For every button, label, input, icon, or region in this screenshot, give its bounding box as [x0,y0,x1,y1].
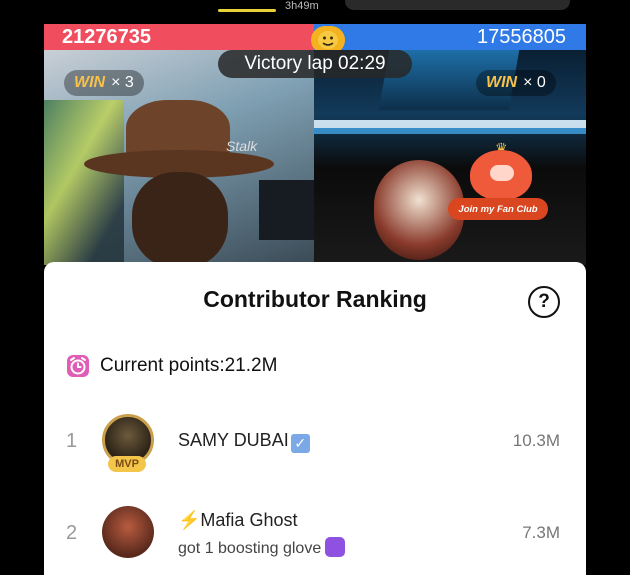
help-icon[interactable]: ? [528,286,560,318]
rank-number: 2 [66,522,78,544]
background-sign [259,180,314,240]
live-battle-screen: 3h49m 21276735 17556805 Stalk ♛ Join my … [0,0,630,575]
contribution-value: 10.3M [512,431,560,450]
host-face [132,172,228,265]
verified-check-icon: ✓ [290,434,310,453]
sheet-title: Contributor Ranking [203,286,427,312]
left-win-count: × 3 [111,74,134,91]
victory-lap-timer: Victory lap 02:29 [218,50,412,78]
alarm-clock-icon [67,355,89,377]
right-team-score: 17556805 [477,26,566,48]
boosting-glove-icon [325,537,346,557]
right-team-score-bar: 17556805 [314,24,586,50]
top-status-strip: 3h49m [0,0,630,24]
background-sign-text: Stalk [226,138,258,154]
fan-club-heart-face [490,165,514,181]
graffiti-wall [44,100,124,265]
mvp-badge: MVP [108,456,146,472]
contributor-name: ⚡Mafia Ghost [178,510,297,531]
lightning-icon: ⚡ [178,510,201,530]
contributor-name-text: SAMY DUBAI [178,430,289,450]
contributor-avatar[interactable] [102,506,154,558]
join-fan-club-button[interactable]: Join my Fan Club [448,198,548,220]
left-team-score: 21276735 [62,26,151,48]
contributor-ranking-sheet: Contributor Ranking ? Current points:21.… [44,262,586,575]
contributor-row-2[interactable]: 2 ⚡Mafia Ghost got 1 boosting glove 7.3M [44,500,586,564]
progress-indicator [218,9,276,12]
neon-light-band [314,120,586,128]
left-win-label: WIN [74,74,106,91]
right-win-count: × 0 [523,74,546,91]
contributor-row-1[interactable]: 1 MVP SAMY DUBAI ✓ 10.3M [44,410,586,474]
left-team-score-bar: 21276735 [44,24,314,50]
right-win-count-badge: WIN × 0 [476,70,556,96]
current-points-row: Current points:21.2M [66,354,277,378]
stream-duration: 3h49m [285,0,319,12]
contribution-value: 7.3M [522,523,560,542]
left-win-count-badge: WIN × 3 [64,70,144,96]
contributor-name: SAMY DUBAI ✓ [178,430,310,453]
contributor-subtext: got 1 boosting glove [178,537,346,558]
top-pill-banner[interactable] [345,0,570,10]
contributor-name-text: Mafia Ghost [200,510,298,530]
neon-light-band-blue [314,128,586,134]
contributor-subtext-text: got 1 boosting glove [178,540,322,557]
rank-number: 1 [66,430,78,452]
right-win-label: WIN [486,74,518,91]
current-points-text: Current points:21.2M [100,355,278,376]
